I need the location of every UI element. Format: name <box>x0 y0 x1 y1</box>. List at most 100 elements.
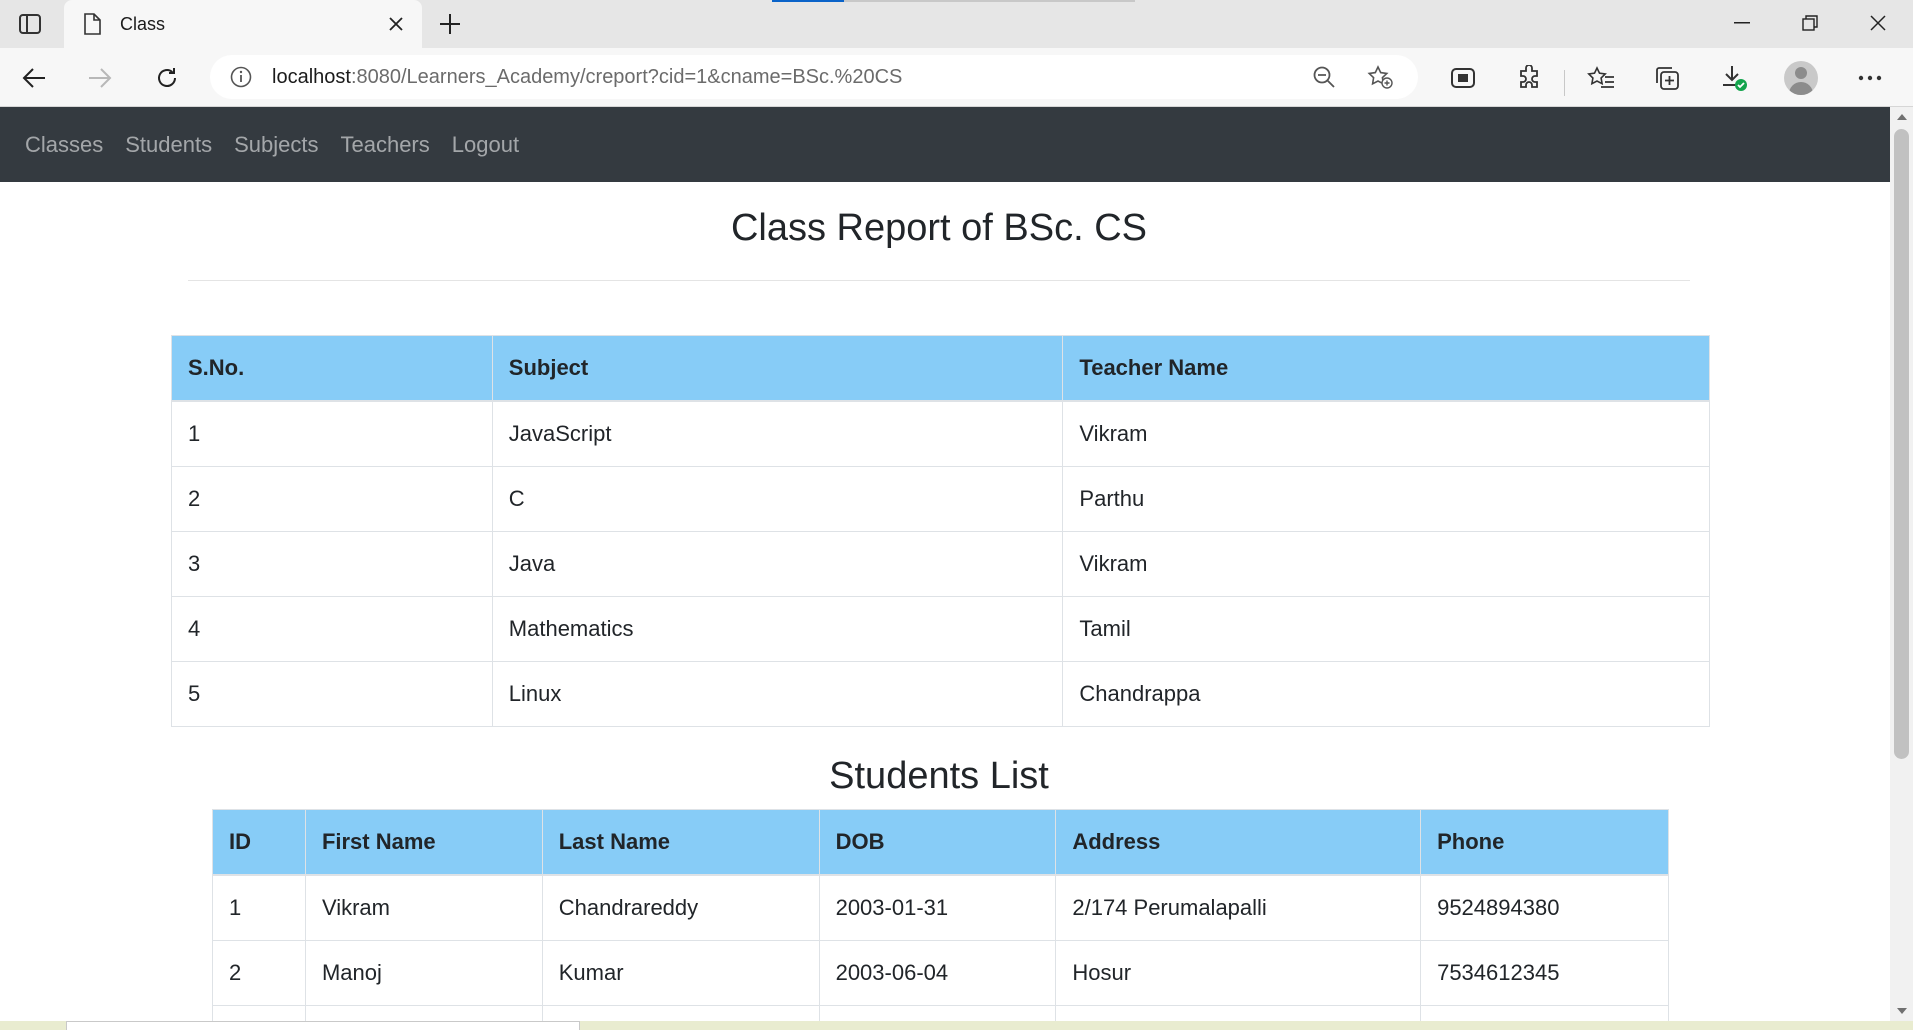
table-row: 1 JavaScript Vikram <box>171 400 1710 467</box>
favorites-button[interactable] <box>1583 60 1619 96</box>
table-cell: Parthu <box>1062 466 1710 532</box>
scroll-up-icon <box>1896 114 1907 120</box>
close-icon <box>1870 15 1886 31</box>
table-cell <box>818 1005 1057 1021</box>
new-tab-button[interactable] <box>434 10 466 38</box>
table-row: 3 Java Vikram <box>171 531 1710 597</box>
column-header: First Name <box>304 809 543 876</box>
page-viewport: Classes Students Subjects Teachers Logou… <box>0 107 1890 1021</box>
status-piece <box>66 1021 580 1030</box>
table-cell: C <box>491 466 1064 532</box>
status-strip <box>0 1021 1913 1030</box>
table-row: 1 Vikram Chandrareddy 2003-01-31 2/174 P… <box>212 874 1669 941</box>
page-title: Class Report of BSc. CS <box>730 207 1148 249</box>
table-cell <box>541 1005 820 1021</box>
zoom-out-button[interactable] <box>1306 59 1342 95</box>
table-cell: 2/174 Perumalapalli <box>1055 874 1422 941</box>
table-cell: Chandrappa <box>1062 661 1710 727</box>
extensions-icon <box>1520 65 1538 88</box>
nav-link-classes[interactable]: Classes <box>14 107 114 182</box>
table-cell <box>304 1005 543 1021</box>
collections-icon <box>1656 67 1679 90</box>
loading-indicator <box>772 0 1135 2</box>
close-tab-button[interactable] <box>382 10 410 38</box>
refresh-button[interactable] <box>149 60 185 96</box>
minimize-button[interactable] <box>1722 8 1762 38</box>
tab-actions-button[interactable] <box>14 10 46 38</box>
downloads-button[interactable] <box>1716 60 1752 96</box>
extensions-button[interactable] <box>1511 60 1547 96</box>
column-header: DOB <box>818 809 1057 876</box>
table-cell: 9524894380 <box>1420 874 1669 941</box>
table-cell: 5 <box>171 661 493 727</box>
vertical-scrollbar[interactable] <box>1890 107 1913 1021</box>
url-text[interactable]: localhost:8080/Learners_Academy/creport?… <box>272 66 1306 89</box>
nav-link-logout[interactable]: Logout <box>441 107 530 182</box>
zoom-out-icon <box>1313 66 1335 88</box>
restore-button[interactable] <box>1790 8 1830 38</box>
column-header: ID <box>212 809 306 876</box>
table-cell: Java <box>491 531 1064 597</box>
browser-toolbar: localhost:8080/Learners_Academy/creport?… <box>0 48 1913 107</box>
column-header: Subject <box>491 335 1064 402</box>
info-icon[interactable] <box>228 64 254 90</box>
restore-icon <box>1802 15 1818 31</box>
back-button[interactable] <box>16 60 52 96</box>
table-row <box>212 1005 1669 1021</box>
table-row: 2 C Parthu <box>171 466 1710 532</box>
table-cell: 2 <box>171 466 493 532</box>
browser-essentials-icon <box>1451 68 1475 88</box>
table-row: 2 Manoj Kumar 2003-06-04 Hosur 753461234… <box>212 940 1669 1006</box>
browser-tab-active[interactable]: Class <box>64 0 422 48</box>
table-cell: Hosur <box>1055 940 1422 1006</box>
table-row: 5 Linux Chandrappa <box>171 661 1710 727</box>
plus-icon <box>440 14 460 34</box>
add-favorite-button[interactable] <box>1362 59 1398 95</box>
collections-button[interactable] <box>1649 60 1685 96</box>
table-cell: JavaScript <box>491 400 1064 467</box>
nav-link-teachers[interactable]: Teachers <box>329 107 440 182</box>
back-arrow-icon <box>22 68 45 88</box>
forward-arrow-icon <box>89 68 112 88</box>
site-navbar: Classes Students Subjects Teachers Logou… <box>0 107 1890 182</box>
browser-essentials-button[interactable] <box>1445 60 1481 96</box>
table-cell: Vikram <box>304 874 543 941</box>
scrollbar-thumb[interactable] <box>1894 129 1909 759</box>
forward-button[interactable] <box>82 60 118 96</box>
table-cell: Kumar <box>541 940 820 1006</box>
tab-title: Class <box>120 13 166 34</box>
table-cell: Mathematics <box>491 596 1064 662</box>
scroll-down-icon <box>1896 1008 1907 1014</box>
table-header-row: ID First Name Last Name DOB Address Phon… <box>212 809 1669 876</box>
table-cell: Linux <box>491 661 1064 727</box>
more-menu-button[interactable] <box>1852 60 1888 96</box>
table-cell <box>1055 1005 1422 1021</box>
nav-link-students[interactable]: Students <box>114 107 223 182</box>
scroll-down-button[interactable] <box>1890 1001 1913 1021</box>
table-cell: 1 <box>212 874 306 941</box>
favorites-icon <box>1587 66 1614 88</box>
toolbar-divider <box>1564 70 1565 96</box>
table-cell: Vikram <box>1062 400 1710 467</box>
students-table: ID First Name Last Name DOB Address Phon… <box>212 809 1669 1021</box>
browser-tab-strip: Class <box>0 0 1913 48</box>
close-icon <box>389 17 403 31</box>
column-header: Last Name <box>541 809 820 876</box>
nav-link-subjects[interactable]: Subjects <box>223 107 329 182</box>
column-header: S.No. <box>171 335 493 402</box>
table-cell: Chandrareddy <box>541 874 820 941</box>
address-bar[interactable]: localhost:8080/Learners_Academy/creport?… <box>210 55 1418 99</box>
table-cell: 1 <box>171 400 493 467</box>
close-window-button[interactable] <box>1858 8 1898 38</box>
profile-button[interactable] <box>1783 60 1819 96</box>
table-cell: 2003-06-04 <box>818 940 1057 1006</box>
table-cell: Vikram <box>1062 531 1710 597</box>
column-header: Teacher Name <box>1062 335 1710 402</box>
table-cell: 7534612345 <box>1420 940 1669 1006</box>
column-header: Address <box>1055 809 1422 876</box>
table-cell: 2 <box>212 940 306 1006</box>
table-header-row: S.No. Subject Teacher Name <box>171 335 1710 402</box>
table-cell <box>212 1005 306 1021</box>
downloads-icon <box>1723 66 1747 91</box>
scroll-up-button[interactable] <box>1890 107 1913 127</box>
